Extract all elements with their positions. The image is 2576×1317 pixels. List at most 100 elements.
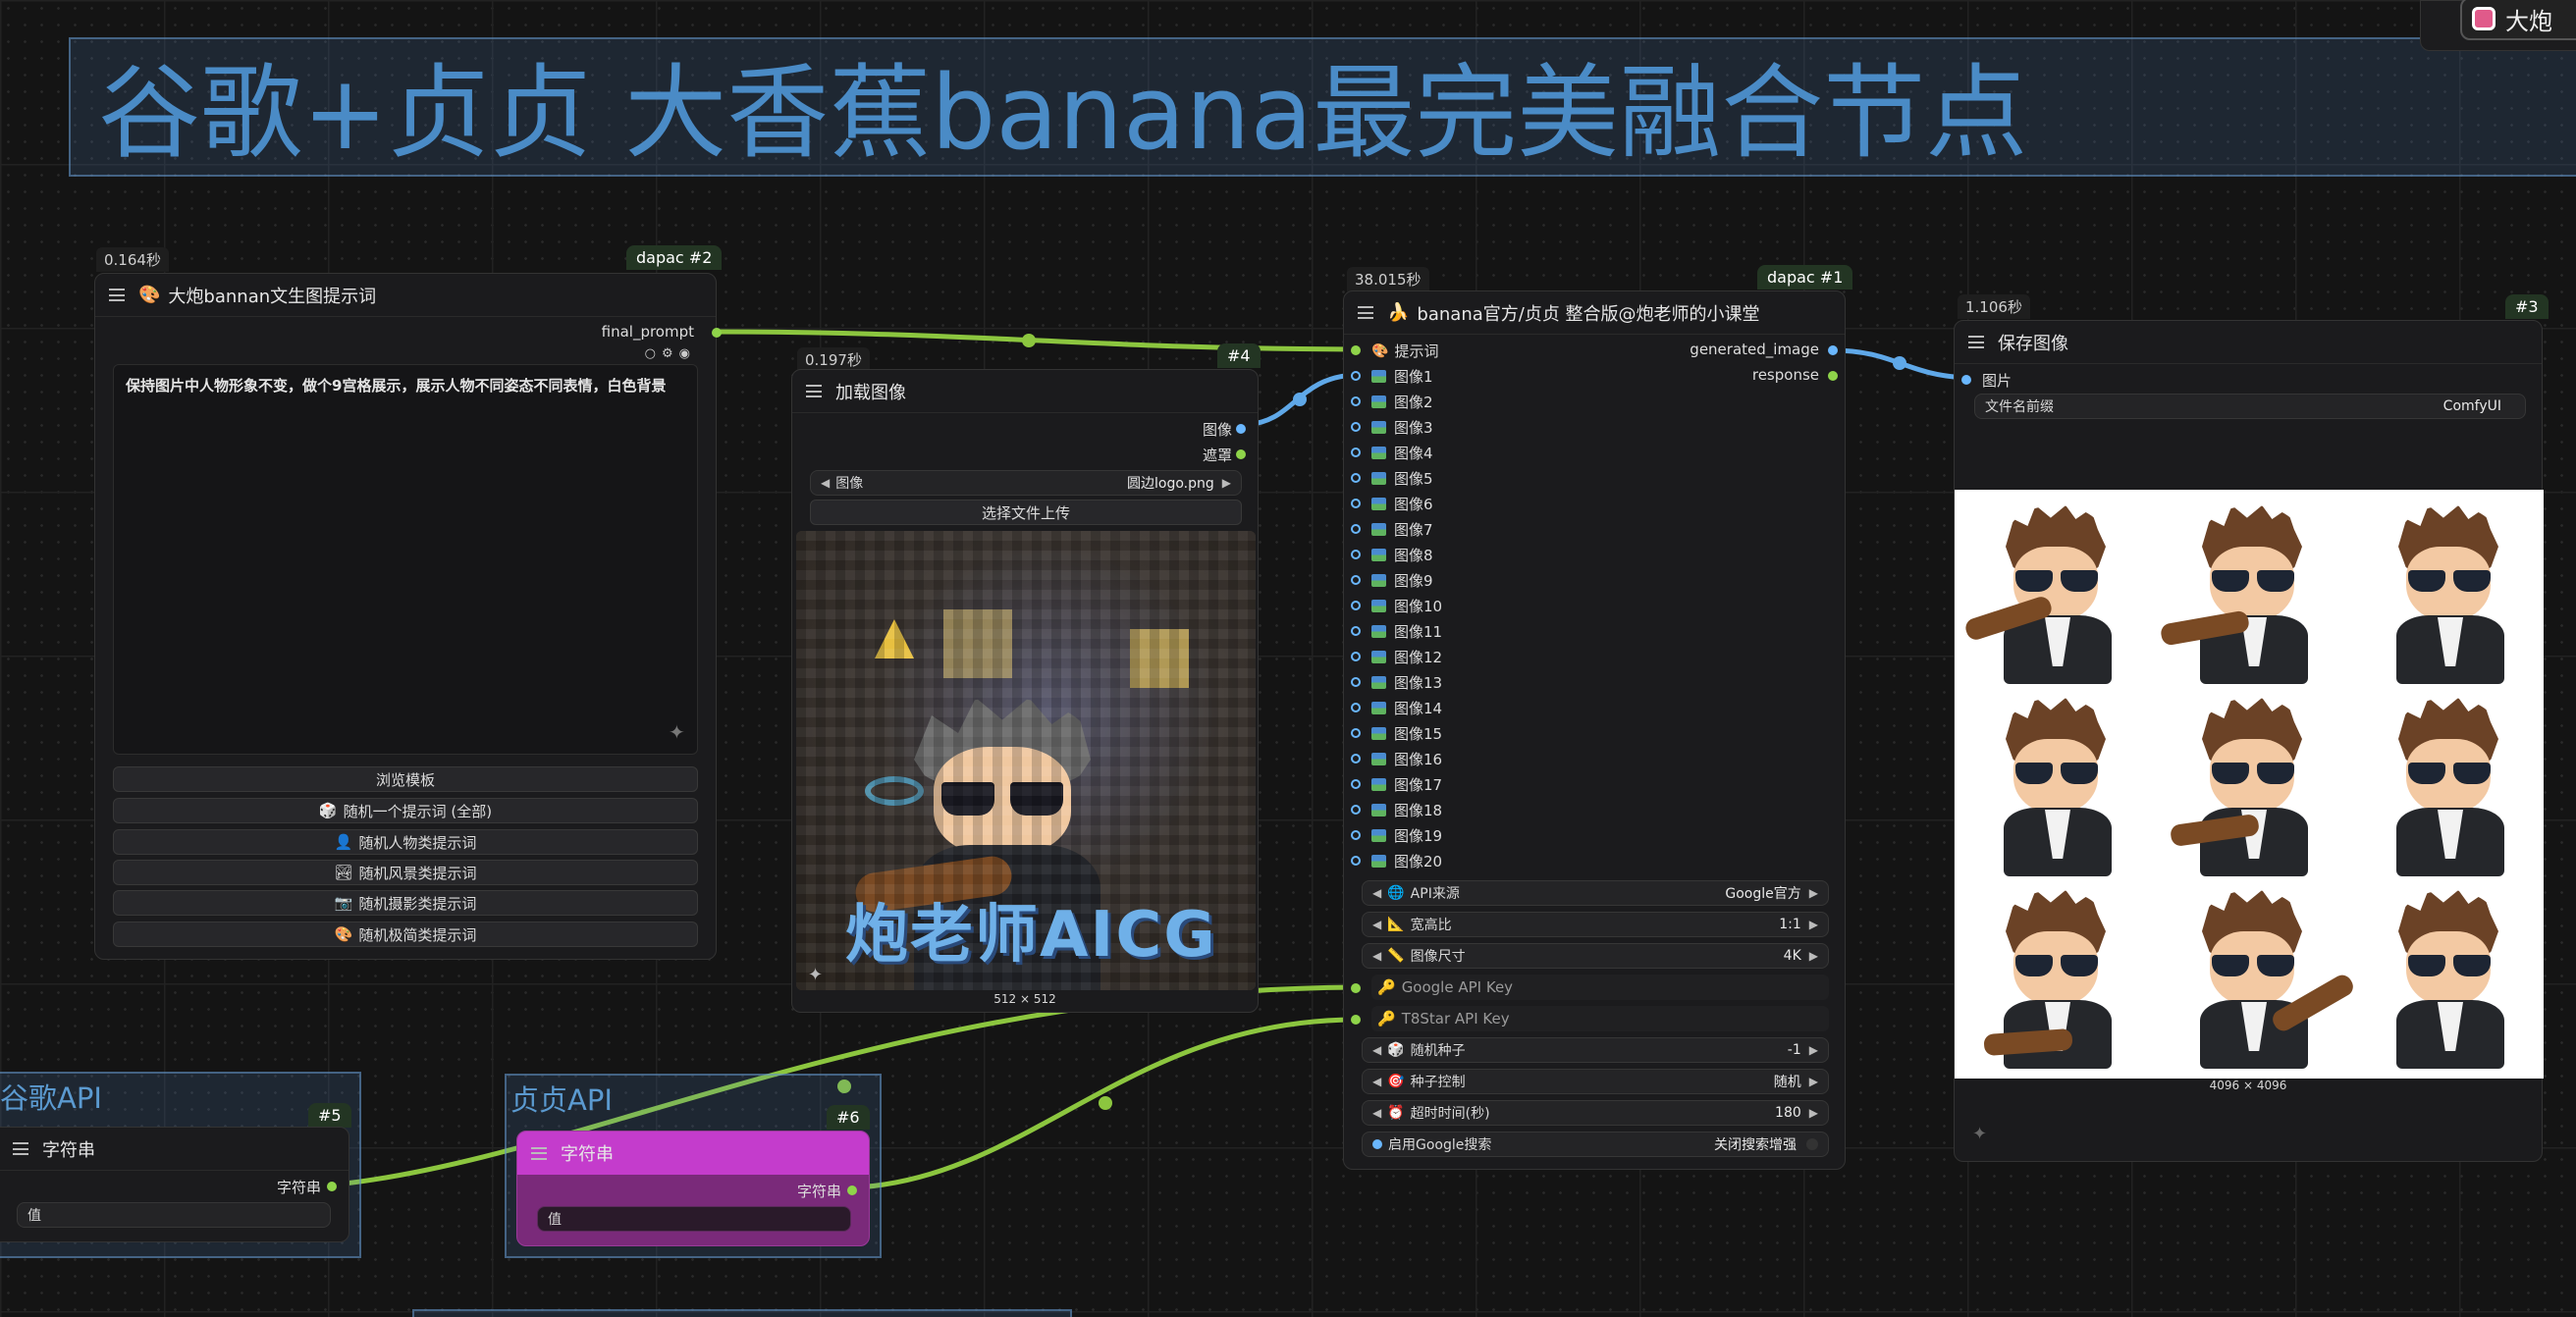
arrow-left-icon[interactable]: ◀ <box>821 476 830 490</box>
image-icon <box>1371 829 1386 842</box>
random-landscape-button[interactable]: 🏞 随机风景类提示词 <box>113 860 698 885</box>
string-node-google-header[interactable]: 字符串 <box>0 1128 349 1171</box>
image18-input-dot[interactable] <box>1351 805 1361 815</box>
image17-input-dot[interactable] <box>1351 779 1361 789</box>
image4-input-dot[interactable] <box>1351 448 1361 457</box>
mask-output-dot[interactable] <box>1236 449 1246 459</box>
image1-input: 图像1 <box>1371 366 1433 387</box>
arrow-left-icon[interactable]: ◀ <box>1372 949 1381 963</box>
image13-input-dot[interactable] <box>1351 677 1361 687</box>
image11-input-dot[interactable] <box>1351 626 1361 636</box>
menu-icon[interactable] <box>1358 306 1373 319</box>
image-size-select[interactable]: ◀ 📏 图像尺寸 4K ▶ <box>1362 943 1829 969</box>
arrow-left-icon[interactable]: ◀ <box>1372 1106 1381 1120</box>
image8-input-dot[interactable] <box>1351 550 1361 559</box>
string-output-dot[interactable] <box>847 1185 857 1195</box>
image-icon <box>1371 778 1386 791</box>
image15-input-dot[interactable] <box>1351 728 1361 738</box>
image-watermark: 炮老师AICG <box>845 899 1217 972</box>
arrow-right-icon[interactable]: ▶ <box>1809 949 1818 963</box>
load-image-node[interactable]: 加载图像 图像 遮罩 ◀ 图像 圆边logo.png ▶ 选择文件上传 炮老师AIC… <box>791 369 1259 1013</box>
prompt-node[interactable]: 🎨 大炮bannan文生图提示词 final_prompt ○⚙◉ 保持图片中人… <box>94 273 722 960</box>
arrow-right-icon[interactable]: ▶ <box>1809 886 1818 900</box>
prompt-input-dot[interactable] <box>1351 345 1361 355</box>
upload-button[interactable]: 选择文件上传 <box>810 500 1242 525</box>
seed-control-select[interactable]: ◀ 🎯 种子控制 随机 ▶ <box>1362 1069 1829 1094</box>
response-output-dot[interactable] <box>1828 371 1838 381</box>
menu-icon[interactable] <box>13 1142 28 1155</box>
image-input-dot[interactable] <box>1961 375 1971 385</box>
save-image-node[interactable]: 保存图像 图片 文件名前缀 ComfyUI 4096 × 4096 ✦ <box>1954 320 2544 1162</box>
banana-node-time: 38.015秒 <box>1347 267 1429 291</box>
timeout-input[interactable]: ◀ ⏰ 超时时间(秒) 180 ▶ <box>1362 1100 1829 1126</box>
random-person-button[interactable]: 👤 随机人物类提示词 <box>113 829 698 855</box>
arrow-left-icon[interactable]: ◀ <box>1372 1043 1381 1057</box>
menu-icon[interactable] <box>1968 336 1984 348</box>
api-source-select[interactable]: ◀ 🌐 API来源 Google官方 ▶ <box>1362 880 1829 906</box>
image12-input-dot[interactable] <box>1351 652 1361 661</box>
image2-input-dot[interactable] <box>1351 396 1361 406</box>
string-value-input[interactable]: 值 <box>17 1202 331 1228</box>
image20-input-dot[interactable] <box>1351 856 1361 866</box>
image3-input-dot[interactable] <box>1351 422 1361 432</box>
image5-input-dot[interactable] <box>1351 473 1361 483</box>
arrow-right-icon[interactable]: ▶ <box>1809 918 1818 931</box>
sparkle-icon[interactable]: ✦ <box>1972 1124 1987 1144</box>
save-node-header[interactable]: 保存图像 <box>1955 321 2542 364</box>
arrow-right-icon[interactable]: ▶ <box>1809 1043 1818 1057</box>
prompt-node-time: 0.164秒 <box>96 247 169 272</box>
prompt-textarea[interactable]: 保持图片中人物形象不变，做个9宫格展示，展示人物不同姿态不同表情，白色背景 <box>113 364 698 755</box>
google-api-key-input-dot[interactable] <box>1351 983 1361 993</box>
sparkle-icon[interactable]: ✦ <box>669 720 685 744</box>
prompt-node-header[interactable]: 🎨 大炮bannan文生图提示词 <box>95 274 716 317</box>
image-output-dot[interactable] <box>1236 424 1246 434</box>
google-api-key-input: 🔑 Google API Key <box>1371 975 1829 1000</box>
arrow-right-icon[interactable]: ▶ <box>1809 1106 1818 1120</box>
menu-icon[interactable] <box>109 289 125 301</box>
random-all-button[interactable]: 🎲 随机一个提示词 (全部) <box>113 798 698 823</box>
image-icon <box>1371 574 1386 587</box>
user-button-label: 大炮 <box>2505 7 2552 35</box>
arrow-right-icon[interactable]: ▶ <box>1222 476 1231 490</box>
string-node-google[interactable]: 字符串 字符串 值 <box>0 1127 349 1242</box>
arrow-right-icon[interactable]: ▶ <box>1809 1075 1818 1088</box>
image7-input-dot[interactable] <box>1351 524 1361 534</box>
string-node-zhenzhen-header[interactable]: 字符串 <box>517 1132 869 1175</box>
filename-prefix-input[interactable]: 文件名前缀 ComfyUI <box>1974 394 2526 419</box>
final-prompt-output-dot[interactable] <box>712 328 722 338</box>
image1-input-dot[interactable] <box>1351 371 1361 381</box>
string-output-dot[interactable] <box>327 1182 337 1191</box>
image16-input-dot[interactable] <box>1351 754 1361 764</box>
random-photo-button[interactable]: 📷 随机摄影类提示词 <box>113 890 698 916</box>
random-seed-input[interactable]: ◀ 🎲 随机种子 -1 ▶ <box>1362 1037 1829 1063</box>
user-button[interactable]: 大炮 <box>2460 0 2576 40</box>
string-node-zhenzhen[interactable]: 字符串 字符串 值 <box>516 1131 870 1246</box>
banana-node[interactable]: 🍌 banana官方/贞贞 整合版@炮老师的小课堂 🎨 提示词 图像1 图像2 图… <box>1343 290 1846 1170</box>
banana-node-header[interactable]: 🍌 banana官方/贞贞 整合版@炮老师的小课堂 <box>1344 291 1845 335</box>
image9-input-dot[interactable] <box>1351 575 1361 585</box>
load-node-header[interactable]: 加载图像 <box>792 370 1258 413</box>
toggle-dot-icon <box>1372 1139 1382 1149</box>
arrow-left-icon[interactable]: ◀ <box>1372 918 1381 931</box>
sparkle-icon[interactable]: ✦ <box>808 965 823 985</box>
browse-templates-button[interactable]: 浏览模板 <box>113 766 698 792</box>
google-search-toggle[interactable]: 启用Google搜索 关闭搜索增强 <box>1362 1132 1829 1157</box>
random-minimal-button[interactable]: 🎨 随机极简类提示词 <box>113 922 698 947</box>
mask-output: 遮罩 <box>1202 447 1232 464</box>
image10-input-dot[interactable] <box>1351 601 1361 610</box>
image14-input-dot[interactable] <box>1351 703 1361 712</box>
arrow-left-icon[interactable]: ◀ <box>1372 1075 1381 1088</box>
menu-icon[interactable] <box>531 1146 547 1160</box>
image6-input-dot[interactable] <box>1351 499 1361 508</box>
image-select[interactable]: ◀ 图像 圆边logo.png ▶ <box>810 470 1242 496</box>
t8star-api-key-input-dot[interactable] <box>1351 1015 1361 1025</box>
string-value-input[interactable]: 值 <box>537 1206 851 1232</box>
generated-image-output-dot[interactable] <box>1828 345 1838 355</box>
image-icon <box>1371 523 1386 536</box>
menu-icon[interactable] <box>806 385 822 397</box>
load-node-id: #4 <box>1217 343 1261 368</box>
image19-input-dot[interactable] <box>1351 830 1361 840</box>
prompt-node-title: 大炮bannan文生图提示词 <box>168 286 377 307</box>
aspect-ratio-select[interactable]: ◀ 📐 宽高比 1:1 ▶ <box>1362 912 1829 937</box>
arrow-left-icon[interactable]: ◀ <box>1372 886 1381 900</box>
